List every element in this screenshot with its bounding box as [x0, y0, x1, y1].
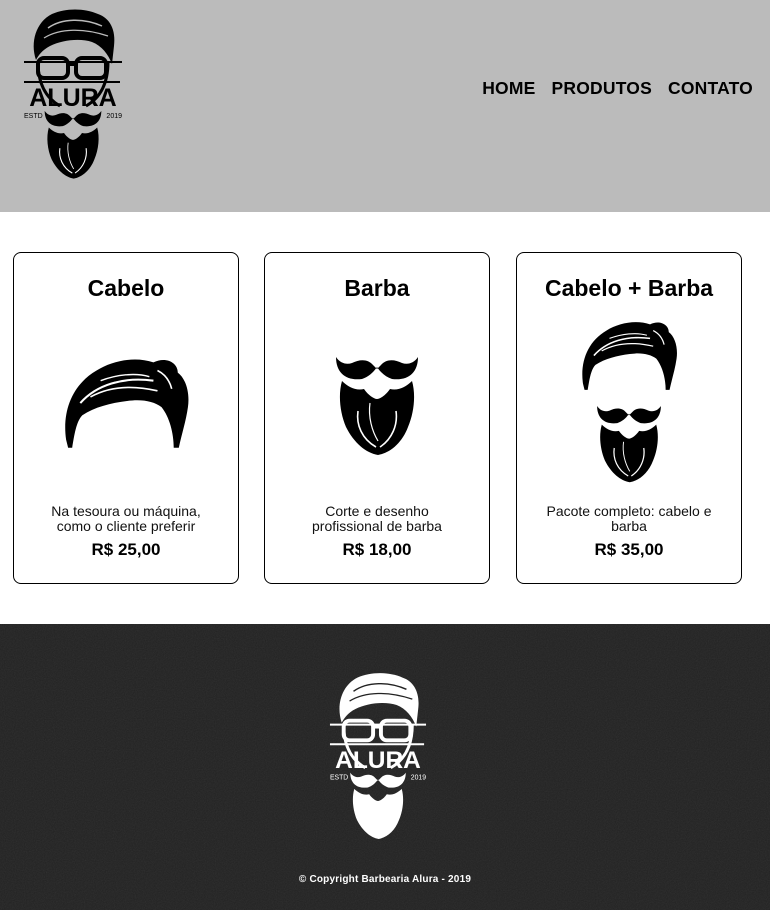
product-title: Cabelo [87, 275, 165, 301]
product-card-cabelo[interactable]: Cabelo Na tesoura ou máquina, como o cli… [13, 252, 239, 584]
hair-and-beard-icon [581, 321, 678, 483]
product-card-barba[interactable]: Barba Corte e desenho profissional de ba… [264, 252, 490, 584]
nav-contato[interactable]: CONTATO [668, 78, 753, 99]
copyright-text: © Copyright Barbearia Alura - 2019 [298, 874, 472, 885]
product-description: Pacote completo: cabelo e barba [546, 503, 712, 534]
footer-logo-estd-text: ESTD [330, 775, 348, 782]
product-price: R$ 18,00 [342, 540, 412, 559]
nav-home[interactable]: HOME [482, 78, 535, 99]
product-price: R$ 35,00 [594, 540, 664, 559]
product-title: Cabelo + Barba [544, 275, 714, 301]
nav-produtos[interactable]: PRODUTOS [552, 78, 652, 99]
logo-brand-text: ALURA [29, 84, 117, 112]
footer-alura-logo[interactable]: ALURA ESTD 2019 [328, 668, 428, 844]
beard-icon [335, 356, 419, 456]
product-price: R$ 25,00 [91, 540, 161, 559]
site-footer: ALURA ESTD 2019 © Copyright Barbearia Al… [0, 624, 770, 910]
product-description: Na tesoura ou máquina, como o cliente pr… [51, 503, 201, 534]
logo-estd-text: ESTD [24, 113, 43, 120]
footer-logo-year-text: 2019 [411, 775, 426, 782]
footer-logo-brand-text: ALURA [335, 747, 421, 774]
logo-year-text: 2019 [106, 113, 122, 120]
product-card-cabelo-barba[interactable]: Cabelo + Barba Pacote completo: cabelo e… [516, 252, 742, 584]
alura-logo[interactable]: ALURA ESTD 2019 [22, 6, 124, 182]
main-nav: HOME PRODUTOS CONTATO [482, 78, 753, 99]
hair-icon [64, 358, 190, 449]
site-header: ALURA ESTD 2019 HOME PRODUTOS CONTATO [0, 0, 770, 212]
product-title: Barba [344, 275, 410, 301]
product-description: Corte e desenho profissional de barba [312, 503, 442, 534]
